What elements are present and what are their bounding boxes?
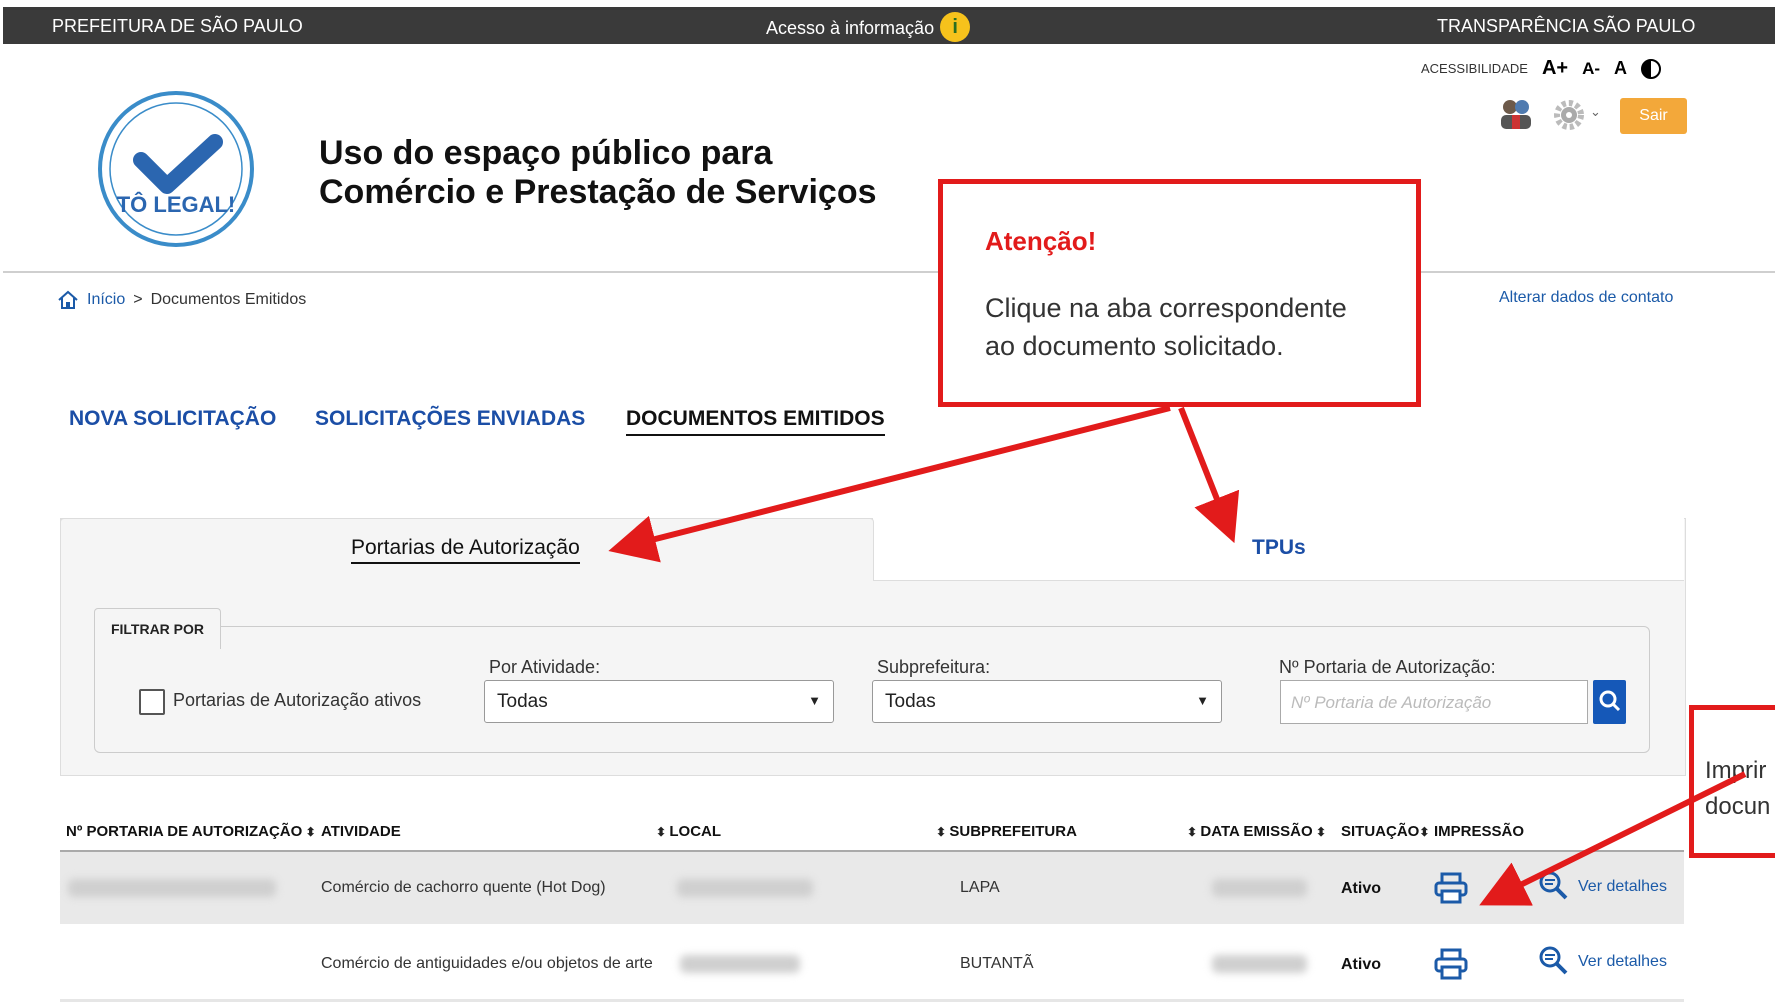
arrow-to-tpus: [1178, 406, 1240, 544]
annotation-arrows: [608, 405, 1747, 906]
arrow-to-print: [1479, 771, 1747, 906]
arrow-to-portarias: [608, 405, 1171, 563]
